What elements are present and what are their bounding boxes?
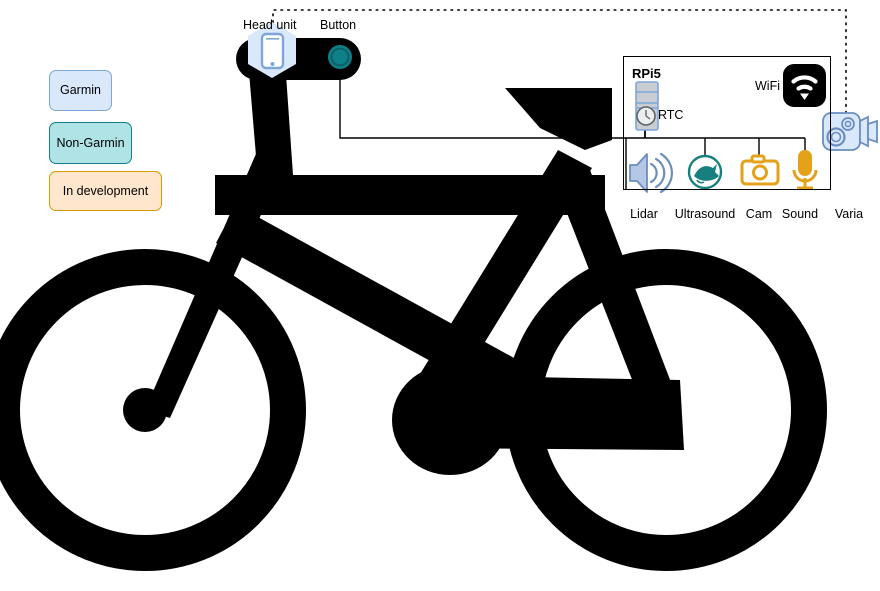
mobile-phone-icon bbox=[260, 32, 285, 70]
diagram-canvas: RPi5 RTC WiFi Head unit Button Lidar Ult… bbox=[0, 0, 880, 591]
legend-item-in-development: In development bbox=[49, 171, 162, 211]
sensor-label-varia: Varia bbox=[834, 207, 864, 221]
sensor-label-lidar: Lidar bbox=[630, 207, 658, 221]
sensor-label-cam: Cam bbox=[745, 207, 773, 221]
button-label: Button bbox=[320, 18, 357, 32]
wifi-label: WiFi bbox=[755, 79, 780, 93]
sensor-label-sound: Sound bbox=[781, 207, 819, 221]
rpi5-title: RPi5 bbox=[632, 66, 661, 81]
sensor-label-ultrasound: Ultrasound bbox=[674, 207, 736, 221]
legend-item-garmin: Garmin bbox=[49, 70, 112, 111]
legend-item-non-garmin: Non-Garmin bbox=[49, 122, 132, 164]
radar-device-icon bbox=[822, 112, 878, 151]
rtc-label: RTC bbox=[658, 108, 684, 122]
head-unit-label: Head unit bbox=[243, 18, 297, 32]
button-node[interactable] bbox=[328, 45, 352, 69]
